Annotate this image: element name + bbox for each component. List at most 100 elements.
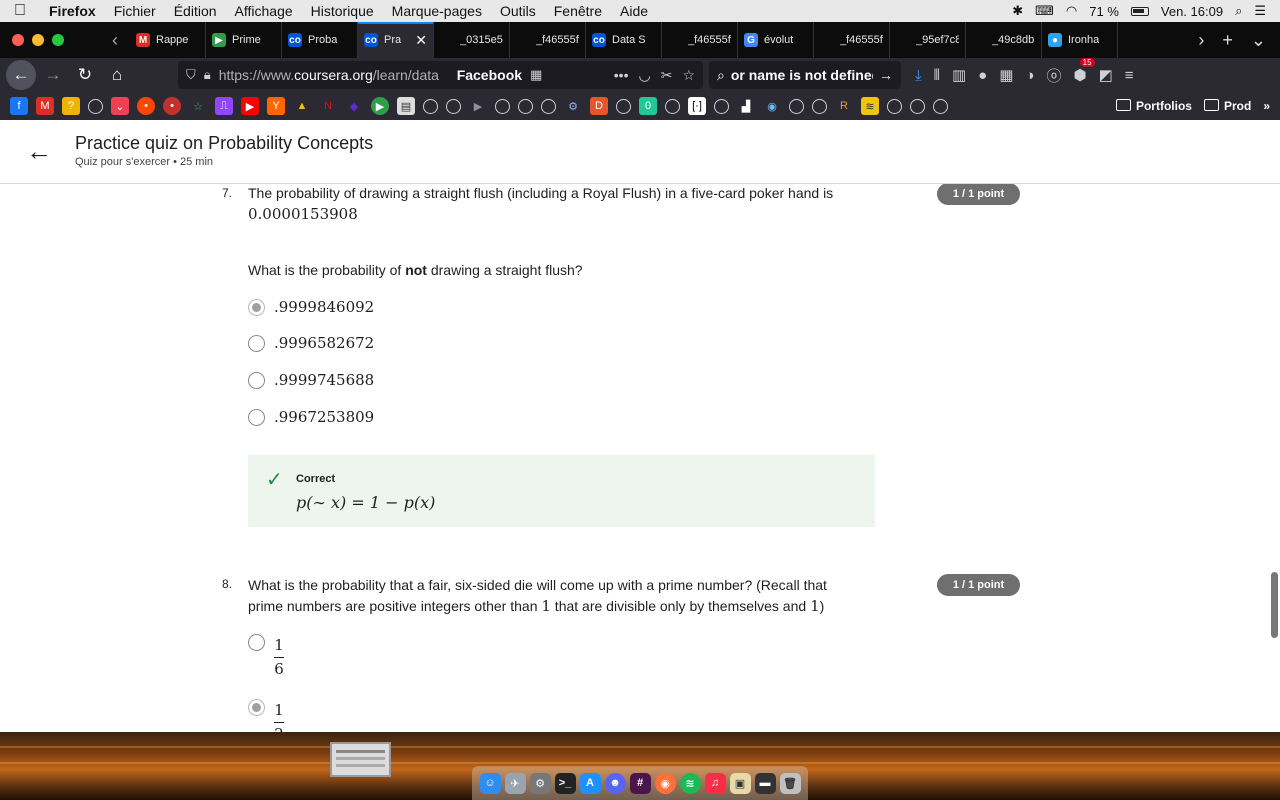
facebook-container-label[interactable]: Facebook [457,67,522,83]
library-icon[interactable]: ⫴ [934,67,940,84]
tab[interactable]: _95ef7c80 [890,22,966,58]
minimize-window-button[interactable] [32,34,44,46]
menu-fichier[interactable]: Fichier [105,3,165,19]
keep-bookmark-icon[interactable]: ? [62,97,80,115]
forward-arrow-icon[interactable]: → [38,60,68,90]
facebook-bookmark-icon[interactable]: f [10,97,28,115]
answer-option[interactable] [248,634,265,651]
finder-icon[interactable]: ☺ [479,772,501,794]
battery-percent[interactable]: 71 % [1089,4,1119,19]
menu-aide[interactable]: Aide [611,3,657,19]
doc-bookmark-icon[interactable]: ▤ [397,97,415,115]
gmail-bookmark-icon[interactable]: M [36,97,54,115]
tab[interactable]: _0315e57c [434,22,510,58]
music-icon[interactable]: ♫ [704,772,726,794]
tab-scroll-left-icon[interactable]: ‹ [100,30,130,51]
answer-option[interactable]: .9999745688 [248,371,374,389]
bracket-bookmark-icon[interactable]: [·] [688,97,706,115]
google-drive-bookmark-icon[interactable]: ▲ [293,97,311,115]
star-bookmark-icon[interactable]: ☆ [189,97,207,115]
folder-portfolios[interactable]: Portfolios [1116,99,1192,113]
apple-menu-icon[interactable]:  [0,2,40,20]
preview-icon[interactable]: ▣ [729,772,751,794]
menu-outils[interactable]: Outils [491,3,545,19]
screenshot-icon[interactable]: ✂ [661,67,673,84]
menu-edition[interactable]: Édition [165,3,226,19]
tab[interactable]: Gévolut [738,22,814,58]
tab[interactable]: co Data S [586,22,662,58]
owl-extension-icon[interactable]: ⓞ [1046,65,1061,86]
notification-center-icon[interactable]: ☰ [1254,3,1266,19]
globe-bookmark-icon-11[interactable] [812,98,827,114]
reload-icon[interactable]: ↻ [70,60,100,90]
twitch-bookmark-icon[interactable]: ⎍ [215,97,233,115]
keyboard-icon[interactable]: ⌨ [1035,3,1054,19]
list-all-tabs-icon[interactable]: ⌄ [1251,30,1266,51]
play-bookmark-icon[interactable]: ▶ [371,97,389,115]
radio-button-selected[interactable] [248,699,265,716]
globe-bookmark-icon-4[interactable] [495,98,510,114]
trash-icon[interactable]: 🗑︎ [779,772,801,794]
sidebar-icon[interactable]: ▥ [952,66,966,84]
more-bookmarks-icon[interactable]: » [1263,99,1270,113]
menu-firefox[interactable]: Firefox [40,3,105,19]
grid-extension-icon[interactable]: ▦ [999,66,1013,84]
close-tab-icon[interactable]: ✕ [415,32,427,49]
spotlight-icon[interactable]: ⌕ [1235,3,1242,19]
launchpad-icon[interactable]: ✈ [504,772,526,794]
home-icon[interactable]: ⌂ [102,60,132,90]
clock[interactable]: Ven. 16:09 [1161,4,1223,19]
steam-bookmark-icon[interactable]: ◉ [763,97,781,115]
menu-marque-pages[interactable]: Marque-pages [383,3,491,19]
minimized-window-thumbnail[interactable] [330,742,391,777]
tab[interactable]: _f46555f4 [814,22,890,58]
spotify-icon[interactable]: ≋ [679,772,701,794]
tab[interactable]: M Rappe [130,22,206,58]
close-window-button[interactable] [12,34,24,46]
answer-option[interactable] [248,699,265,716]
bookmark-star-icon[interactable]: ☆ [682,67,695,84]
extension-icon[interactable]: ◑ [1025,67,1034,84]
back-arrow-icon[interactable]: ← [6,60,36,90]
tab-active[interactable]: co Pra ✕ [358,22,434,58]
globe-bookmark-icon-12[interactable] [887,98,902,114]
app-store-icon[interactable]: A [579,772,601,794]
answer-option[interactable]: .9999846092 [248,298,374,316]
open-menu-icon[interactable]: ≡ [1125,67,1134,84]
tracking-shield-icon[interactable]: ⛉ [186,67,196,83]
tab[interactable]: co Proba [282,22,358,58]
container-icon[interactable]: ▦ [530,67,542,83]
briefcase-icon[interactable]: ▬ [754,772,776,794]
globe-bookmark-icon-10[interactable] [789,98,804,114]
radio-button[interactable] [248,408,265,426]
globe-bookmark-icon[interactable] [88,98,103,114]
globe-bookmark-icon-6[interactable] [541,98,556,114]
lock-icon[interactable]: 🔒︎ [204,67,211,83]
chart-bookmark-icon[interactable]: ▟ [737,97,755,115]
system-prefs-icon[interactable]: ⚙ [529,772,551,794]
radio-button-selected[interactable] [248,298,265,316]
search-query[interactable]: or name is not defined [731,67,873,83]
puzzle-bookmark-icon[interactable]: ⚙ [564,97,582,115]
purple-bookmark-icon[interactable]: ◆ [345,97,363,115]
globe-bookmark-icon-13[interactable] [910,98,925,114]
downloads-icon[interactable]: ⤓ [915,67,922,84]
stripes-bookmark-icon[interactable]: ≋ [861,97,879,115]
page-actions-icon[interactable]: ••• [614,67,629,84]
netflix-bookmark-icon[interactable]: N [319,97,337,115]
menu-fenetre[interactable]: Fenêtre [545,3,611,19]
tab[interactable]: _49c8dbbf [966,22,1042,58]
search-go-arrow-icon[interactable]: → [879,67,893,83]
extension-square-icon[interactable]: ◩ [1099,66,1113,84]
globe-bookmark-icon-9[interactable] [714,98,729,114]
folder-prod[interactable]: Prod [1204,99,1251,113]
radio-button[interactable] [248,371,265,389]
tab[interactable]: ● Ironha [1042,22,1118,58]
reddit-bookmark-icon[interactable]: • [137,97,155,115]
terminal-icon[interactable]: >_ [554,772,576,794]
tab[interactable]: _f46555f4 [510,22,586,58]
tab[interactable]: _f46555f4 [662,22,738,58]
answer-option[interactable]: .9967253809 [248,408,374,426]
url-text[interactable]: https://www.coursera.org/learn/data [219,67,449,83]
back-arrow-icon[interactable]: ← [26,136,52,167]
